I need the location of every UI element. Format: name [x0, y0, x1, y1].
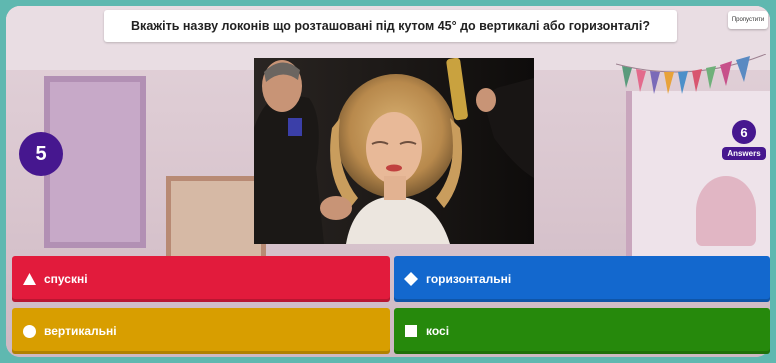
answers-count-label: Answers: [722, 147, 766, 160]
question-bar: Вкажіть назву локонів що розташовані під…: [104, 10, 677, 42]
hairstyling-photo: [254, 58, 534, 244]
answer-option-2[interactable]: горизонтальні: [394, 256, 770, 302]
square-icon: [404, 324, 418, 338]
skip-button[interactable]: Пропустити: [728, 11, 768, 29]
circle-icon: [22, 324, 36, 338]
answer-option-3[interactable]: вертикальні: [12, 308, 390, 354]
answer-label: горизонтальні: [426, 272, 512, 286]
countdown-timer: 5: [19, 132, 63, 176]
question-image: [254, 58, 534, 244]
answer-option-4[interactable]: косі: [394, 308, 770, 354]
answer-label: вертикальні: [44, 324, 117, 338]
answer-label: спускні: [44, 272, 88, 286]
background-decoration: [696, 176, 756, 246]
answer-option-1[interactable]: спускні: [12, 256, 390, 302]
bunting-flags: [616, 54, 766, 94]
answers-count-number: 6: [732, 120, 756, 144]
answer-label: косі: [426, 324, 450, 338]
answers-counter: 6 Answers: [722, 120, 766, 160]
question-text: Вкажіть назву локонів що розташовані під…: [131, 19, 650, 33]
diamond-icon: [404, 272, 418, 286]
triangle-icon: [22, 272, 36, 286]
